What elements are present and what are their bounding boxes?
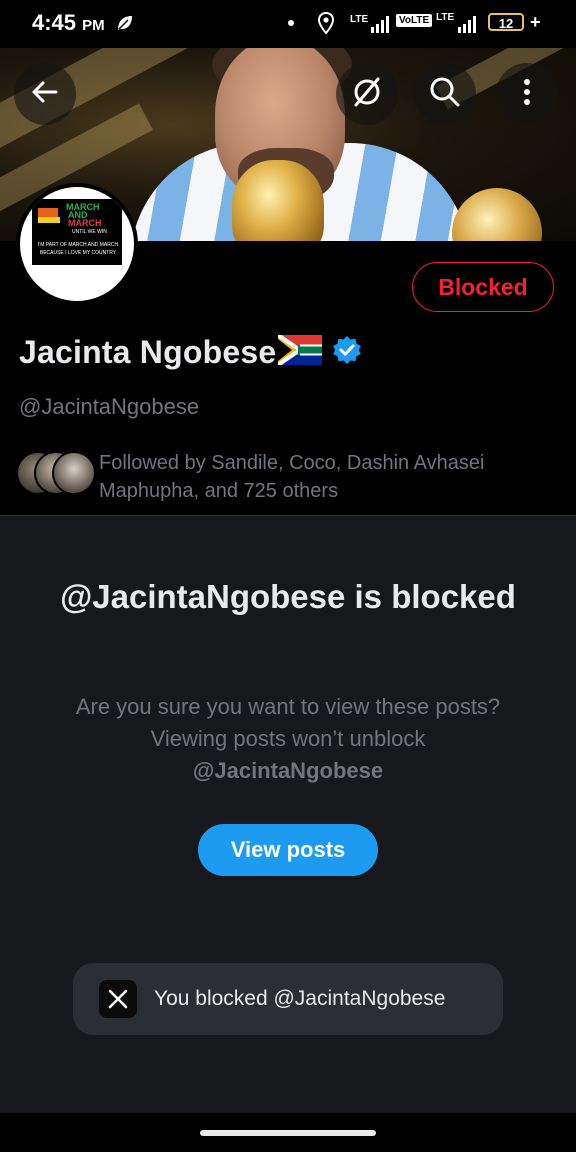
grok-button[interactable]	[336, 63, 398, 125]
blocked-description-text: Are you sure you want to view these post…	[75, 694, 501, 751]
signal-icon-2	[458, 16, 476, 33]
profile-name-row: Jacinta Ngobese	[19, 333, 362, 371]
view-posts-button[interactable]: View posts	[198, 824, 378, 876]
search-button[interactable]	[414, 63, 476, 125]
network-label-2: LTE	[436, 12, 455, 23]
status-bar: 4:45 PM LTE VoLTE LTE 12 +	[0, 0, 576, 48]
profile-avatar[interactable]: MARCH AND MARCH UNTIL WE WIN I'M PART OF…	[16, 183, 138, 305]
toast-message: You blocked @JacintaNgobese	[154, 987, 446, 1010]
profile-handle: @JacintaNgobese	[19, 394, 200, 419]
blocked-button[interactable]: Blocked	[412, 262, 554, 312]
more-vertical-icon	[522, 77, 532, 112]
blocked-description: Are you sure you want to view these post…	[60, 691, 516, 787]
avatar	[52, 451, 96, 495]
grok-icon	[350, 75, 384, 114]
display-name: Jacinta Ngobese	[19, 334, 277, 370]
verified-badge-icon[interactable]	[332, 335, 362, 370]
leaf-icon	[116, 14, 134, 37]
south-africa-flag-icon	[277, 333, 323, 370]
arrow-left-icon	[30, 77, 60, 112]
blocked-toast[interactable]: You blocked @JacintaNgobese	[73, 963, 503, 1035]
back-button[interactable]	[14, 63, 76, 125]
location-icon	[317, 11, 335, 39]
status-time: 4:45 PM	[32, 10, 105, 35]
x-logo-icon	[99, 980, 137, 1018]
more-options-button[interactable]	[496, 63, 558, 125]
charging-icon: +	[530, 12, 541, 32]
volte-badge: VoLTE	[396, 14, 433, 27]
network-label: LTE	[350, 14, 369, 25]
followed-by-text[interactable]: Followed by Sandile, Coco, Dashin Avhase…	[99, 449, 539, 505]
home-indicator[interactable]	[200, 1130, 376, 1136]
battery-icon: 12	[488, 13, 524, 31]
avatar-image: MARCH AND MARCH UNTIL WE WIN I'M PART OF…	[32, 199, 122, 265]
notification-dot-icon	[288, 20, 294, 26]
follower-avatars[interactable]	[16, 451, 96, 495]
signal-icon	[371, 16, 389, 33]
blocked-title: @JacintaNgobese is blocked	[60, 578, 516, 615]
search-icon	[428, 75, 462, 114]
blocked-description-handle: @JacintaNgobese	[192, 758, 384, 783]
